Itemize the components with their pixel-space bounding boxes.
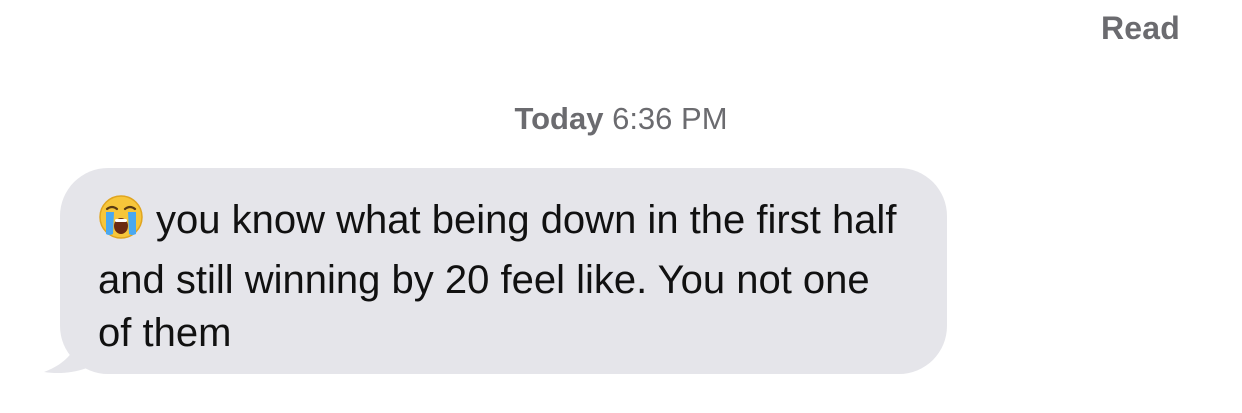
loudly-crying-face-icon xyxy=(98,194,144,254)
read-receipt: Read xyxy=(1100,10,1180,46)
message-bubble[interactable]: you know what being down in the first ha… xyxy=(60,168,947,374)
message-timestamp: Today 6:36 PM xyxy=(0,101,1242,137)
received-message[interactable]: you know what being down in the first ha… xyxy=(44,168,948,376)
message-text: you know what being down in the first ha… xyxy=(98,198,897,355)
message-thread: Read Today 6:36 PM you know what being d xyxy=(0,0,1242,413)
timestamp-time: 6:36 PM xyxy=(612,101,728,136)
timestamp-day: Today xyxy=(514,101,604,136)
